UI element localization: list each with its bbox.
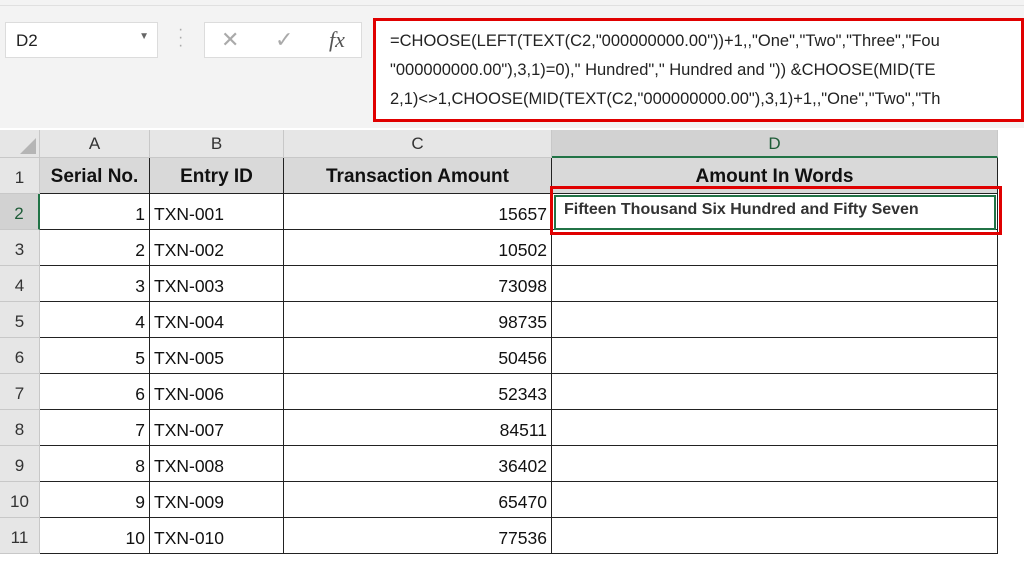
cell-entry-id[interactable]: TXN-001 (150, 194, 284, 230)
formula-line: "000000000.00"),3,1)=0)," Hundred"," Hun… (390, 61, 936, 79)
row-header-9[interactable]: 9 (0, 446, 40, 482)
formula-buttons: ✕ ✓ fx (204, 22, 362, 58)
cell-amount[interactable]: 10502 (284, 230, 552, 266)
row-header-7[interactable]: 7 (0, 374, 40, 410)
column-header-D[interactable]: D (552, 130, 998, 158)
cell-entry-id[interactable]: TXN-009 (150, 482, 284, 518)
cell-serial[interactable]: 7 (40, 410, 150, 446)
cell-serial[interactable]: 8 (40, 446, 150, 482)
cell-entry-id[interactable]: TXN-005 (150, 338, 284, 374)
drag-handle-icon[interactable]: · · · (178, 22, 183, 54)
cell-amount[interactable]: 84511 (284, 410, 552, 446)
cell-entry-id[interactable]: TXN-007 (150, 410, 284, 446)
cell-serial[interactable]: 1 (40, 194, 150, 230)
row-header-3[interactable]: 3 (0, 230, 40, 266)
formula-input[interactable]: =CHOOSE(LEFT(TEXT(C2,"000000000.00"))+1,… (373, 18, 1024, 122)
cell-words[interactable] (552, 230, 998, 266)
cell-amount[interactable]: 15657 (284, 194, 552, 230)
cancel-icon[interactable]: ✕ (221, 27, 239, 53)
cell-entry-id[interactable]: TXN-002 (150, 230, 284, 266)
cell-amount[interactable]: 36402 (284, 446, 552, 482)
formula-line: 2,1)<>1,CHOOSE(MID(TEXT(C2,"000000000.00… (390, 90, 941, 108)
cell-amount[interactable]: 50456 (284, 338, 552, 374)
cell-words[interactable] (552, 446, 998, 482)
row-header-6[interactable]: 6 (0, 338, 40, 374)
cell-serial[interactable]: 10 (40, 518, 150, 554)
cell-words[interactable] (552, 266, 998, 302)
cell-amount[interactable]: 52343 (284, 374, 552, 410)
cell-words[interactable] (552, 302, 998, 338)
row-header-8[interactable]: 8 (0, 410, 40, 446)
header-cell[interactable]: Entry ID (150, 158, 284, 194)
cell-words[interactable] (552, 374, 998, 410)
enter-icon[interactable]: ✓ (275, 27, 293, 53)
cell-serial[interactable]: 3 (40, 266, 150, 302)
cell-amount[interactable]: 77536 (284, 518, 552, 554)
chevron-down-icon[interactable]: ▼ (139, 31, 149, 42)
cell-serial[interactable]: 9 (40, 482, 150, 518)
row-header-11[interactable]: 11 (0, 518, 40, 554)
name-box-value: D2 (16, 31, 38, 50)
cell-entry-id[interactable]: TXN-004 (150, 302, 284, 338)
cell-amount[interactable]: 98735 (284, 302, 552, 338)
cell-entry-id[interactable]: TXN-003 (150, 266, 284, 302)
select-all-button[interactable] (0, 130, 40, 158)
row-header-2[interactable]: 2 (0, 194, 40, 230)
fx-icon[interactable]: fx (329, 27, 345, 53)
column-header-C[interactable]: C (284, 130, 552, 158)
row-header-5[interactable]: 5 (0, 302, 40, 338)
cell-serial[interactable]: 2 (40, 230, 150, 266)
cell-words[interactable] (552, 338, 998, 374)
cell-serial[interactable]: 6 (40, 374, 150, 410)
row-header-4[interactable]: 4 (0, 266, 40, 302)
formula-bar: D2 ▼ · · · ✕ ✓ fx =CHOOSE(LEFT(TEXT(C2,"000… (0, 6, 1024, 128)
cell-words[interactable] (552, 518, 998, 554)
cell-serial[interactable]: 4 (40, 302, 150, 338)
cell-amount[interactable]: 73098 (284, 266, 552, 302)
name-box[interactable]: D2 ▼ (5, 22, 158, 58)
cell-entry-id[interactable]: TXN-010 (150, 518, 284, 554)
column-header-A[interactable]: A (40, 130, 150, 158)
cell-D2-value: Fifteen Thousand Six Hundred and Fifty S… (554, 195, 996, 230)
cell-serial[interactable]: 5 (40, 338, 150, 374)
cell-amount[interactable]: 65470 (284, 482, 552, 518)
header-cell[interactable]: Serial No. (40, 158, 150, 194)
column-header-B[interactable]: B (150, 130, 284, 158)
cell-words[interactable] (552, 482, 998, 518)
cell-entry-id[interactable]: TXN-006 (150, 374, 284, 410)
cell-entry-id[interactable]: TXN-008 (150, 446, 284, 482)
formula-line: =CHOOSE(LEFT(TEXT(C2,"000000000.00"))+1,… (390, 32, 940, 50)
selected-cell-D2[interactable]: Fifteen Thousand Six Hundred and Fifty S… (550, 186, 1002, 235)
cell-words[interactable] (552, 410, 998, 446)
row-header-1[interactable]: 1 (0, 158, 40, 194)
row-header-10[interactable]: 10 (0, 482, 40, 518)
header-cell[interactable]: Transaction Amount (284, 158, 552, 194)
